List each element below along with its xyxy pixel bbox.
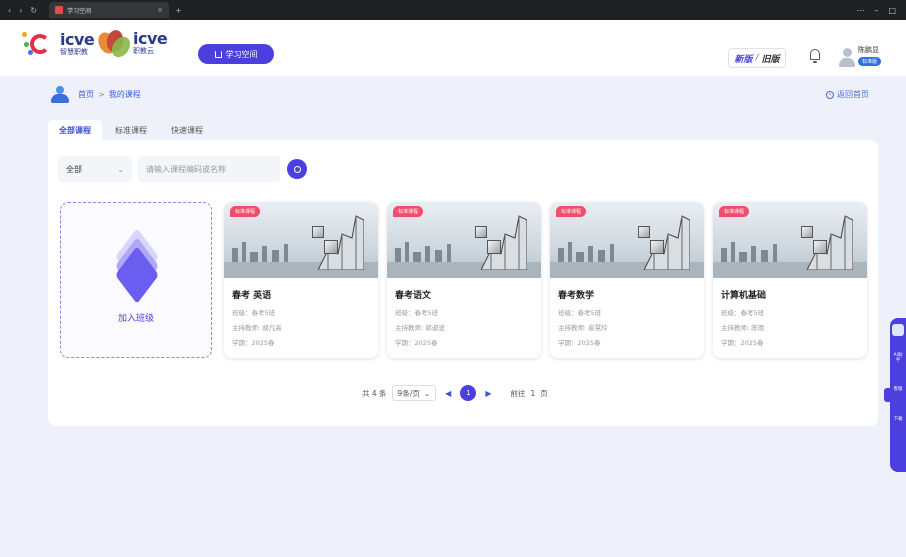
- logo1-cn: 智慧职教: [60, 48, 88, 56]
- breadcrumb: 首页 > 我的课程: [78, 89, 141, 100]
- pagination-total: 共 4 条: [362, 388, 387, 398]
- version-old[interactable]: 旧版: [762, 52, 780, 65]
- page-number-button[interactable]: 1: [460, 385, 477, 401]
- course-filter-value: 全部: [66, 164, 82, 174]
- site-header: icve 智慧职教 icve 职教云 学习空间 新版 / 旧版 陈鹏显 标准版: [0, 20, 906, 76]
- tab-standard-courses[interactable]: 标准课程: [104, 120, 158, 141]
- zhijiaoyun-logo-mark: [95, 28, 134, 61]
- course-title: 春考语文: [395, 291, 432, 301]
- version-sep: /: [755, 53, 759, 63]
- side-item-ai[interactable]: AI助手: [893, 353, 903, 364]
- menu-icon[interactable]: ⋯: [856, 6, 864, 15]
- breadcrumb-row: 首页 > 我的课程 ‹ 返回首页: [0, 76, 906, 114]
- chevron-down-icon: ⌄: [117, 164, 124, 174]
- breadcrumb-current: 我的课程: [108, 90, 141, 99]
- course-class: 班级：春考5班: [232, 309, 276, 317]
- logo1-en: icve: [60, 30, 95, 49]
- minimize-icon[interactable]: –: [874, 6, 878, 15]
- maximize-icon[interactable]: □: [888, 6, 896, 15]
- reload-icon[interactable]: ↻: [30, 6, 37, 15]
- course-tag: 标准课程: [393, 206, 424, 217]
- favicon-icon: [55, 6, 64, 14]
- course-title: 春考数学: [558, 291, 595, 301]
- course-card[interactable]: 标准课程 春考 英语 班级：春考5班 主持教师: 胡凡高 学期：2025春: [224, 202, 378, 358]
- study-space-label: 学习空间: [225, 49, 258, 59]
- course-title: 春考 英语: [232, 291, 272, 301]
- browser-tab-title: 学习空间: [67, 7, 92, 15]
- search-icon: [293, 165, 301, 173]
- bell-icon[interactable]: [808, 48, 822, 64]
- pagination: 共 4 条 9条/页 ⌄ ◀ 1 ▶ 前往 1 页: [362, 385, 548, 401]
- side-widget: AI助手 客服 下载: [890, 318, 906, 472]
- new-tab-icon[interactable]: +: [175, 6, 182, 15]
- study-space-button[interactable]: 学习空间: [198, 44, 274, 64]
- join-class-card[interactable]: 加入班级: [60, 202, 212, 358]
- logo2-en: icve: [133, 29, 168, 48]
- browser-chrome: ‹ › ↻ 学习空间 × + ⋯ – □: [0, 0, 906, 20]
- browser-tab[interactable]: 学习空间 ×: [49, 2, 170, 18]
- logo2-cn: 职教云: [133, 47, 154, 55]
- study-icon: [214, 50, 222, 58]
- search-input[interactable]: [138, 156, 280, 182]
- goto-page-input[interactable]: 1: [530, 389, 535, 398]
- course-term: 学期：2025春: [395, 339, 438, 347]
- user-menu[interactable]: 陈鹏显 标准版: [858, 45, 882, 66]
- breadcrumb-sep: >: [98, 90, 105, 99]
- side-item-service[interactable]: 客服: [893, 387, 903, 393]
- prev-page-icon[interactable]: ◀: [441, 389, 455, 398]
- goto-unit: 页: [540, 388, 548, 398]
- breadcrumb-home[interactable]: 首页: [78, 89, 94, 100]
- forward-icon[interactable]: ›: [19, 6, 22, 15]
- window-controls: ⋯ – □: [856, 6, 906, 15]
- user-name: 陈鹏显: [858, 46, 879, 54]
- zhijiaoyun-logo[interactable]: icve 职教云: [95, 28, 168, 61]
- user-role-badge: 标准版: [858, 57, 882, 66]
- back-home-label: 返回首页: [837, 90, 869, 99]
- layers-icon: [113, 227, 161, 305]
- course-class: 班级：春考5班: [558, 309, 602, 317]
- page-size-select[interactable]: 9条/页 ⌄: [391, 385, 437, 401]
- course-teacher: 主持教师: 郭淑波: [395, 324, 445, 332]
- course-tag: 标准课程: [556, 206, 587, 217]
- search-button[interactable]: [287, 159, 307, 179]
- robot-icon[interactable]: [892, 324, 904, 336]
- back-icon-circle: ‹: [826, 90, 834, 99]
- next-page-icon[interactable]: ▶: [481, 389, 495, 398]
- course-teacher: 主持教师: 崔慧玲: [558, 324, 608, 332]
- icve-logo[interactable]: icve 智慧职教: [22, 28, 95, 60]
- back-icon[interactable]: ‹: [8, 6, 11, 15]
- version-switch[interactable]: 新版 / 旧版: [728, 48, 786, 68]
- chevron-down-icon: ⌄: [423, 388, 431, 398]
- back-home-link[interactable]: ‹ 返回首页: [826, 89, 869, 100]
- page-size-value: 9条/页: [397, 388, 420, 398]
- course-term: 学期：2025春: [558, 339, 601, 347]
- tab-quick-courses[interactable]: 快速课程: [160, 120, 214, 141]
- course-class: 班级：春考5班: [721, 309, 765, 317]
- join-class-label: 加入班级: [117, 314, 154, 324]
- side-item-download[interactable]: 下载: [893, 417, 903, 423]
- course-term: 学期：2025春: [721, 339, 764, 347]
- course-title: 计算机基础: [721, 291, 767, 301]
- user-course-icon: [50, 86, 70, 104]
- course-card[interactable]: 标准课程 春考数学 班级：春考5班 主持教师: 崔慧玲 学期：2025春: [550, 202, 704, 358]
- course-card[interactable]: 标准课程 计算机基础 班级：春考5班 主持教师: 陈雨 学期：2025春: [713, 202, 867, 358]
- goto-label: 前往: [510, 388, 526, 398]
- course-filter-select[interactable]: 全部 ⌄: [58, 156, 132, 182]
- course-tag: 标准课程: [719, 206, 750, 217]
- version-new[interactable]: 新版: [734, 52, 752, 65]
- course-class: 班级：春考5班: [395, 309, 439, 317]
- course-card[interactable]: 标准课程 春考语文 班级：春考5班 主持教师: 郭淑波 学期：2025春: [387, 202, 541, 358]
- course-term: 学期：2025春: [232, 339, 275, 347]
- course-teacher: 主持教师: 陈雨: [721, 324, 765, 332]
- avatar[interactable]: [838, 46, 856, 68]
- course-tag: 标准课程: [230, 206, 261, 217]
- tab-all-courses[interactable]: 全部课程: [48, 120, 102, 141]
- close-tab-icon[interactable]: ×: [157, 6, 163, 14]
- course-panel: 全部 ⌄ 加入班级 标准课程 春考 英语 班级：春考5班 主持教师: 胡凡高 学…: [48, 140, 878, 426]
- browser-nav: ‹ › ↻: [0, 6, 37, 15]
- icve-logo-mark: [22, 28, 56, 60]
- course-tabs: 全部课程 标准课程 快速课程: [48, 120, 214, 141]
- course-teacher: 主持教师: 胡凡高: [232, 324, 282, 332]
